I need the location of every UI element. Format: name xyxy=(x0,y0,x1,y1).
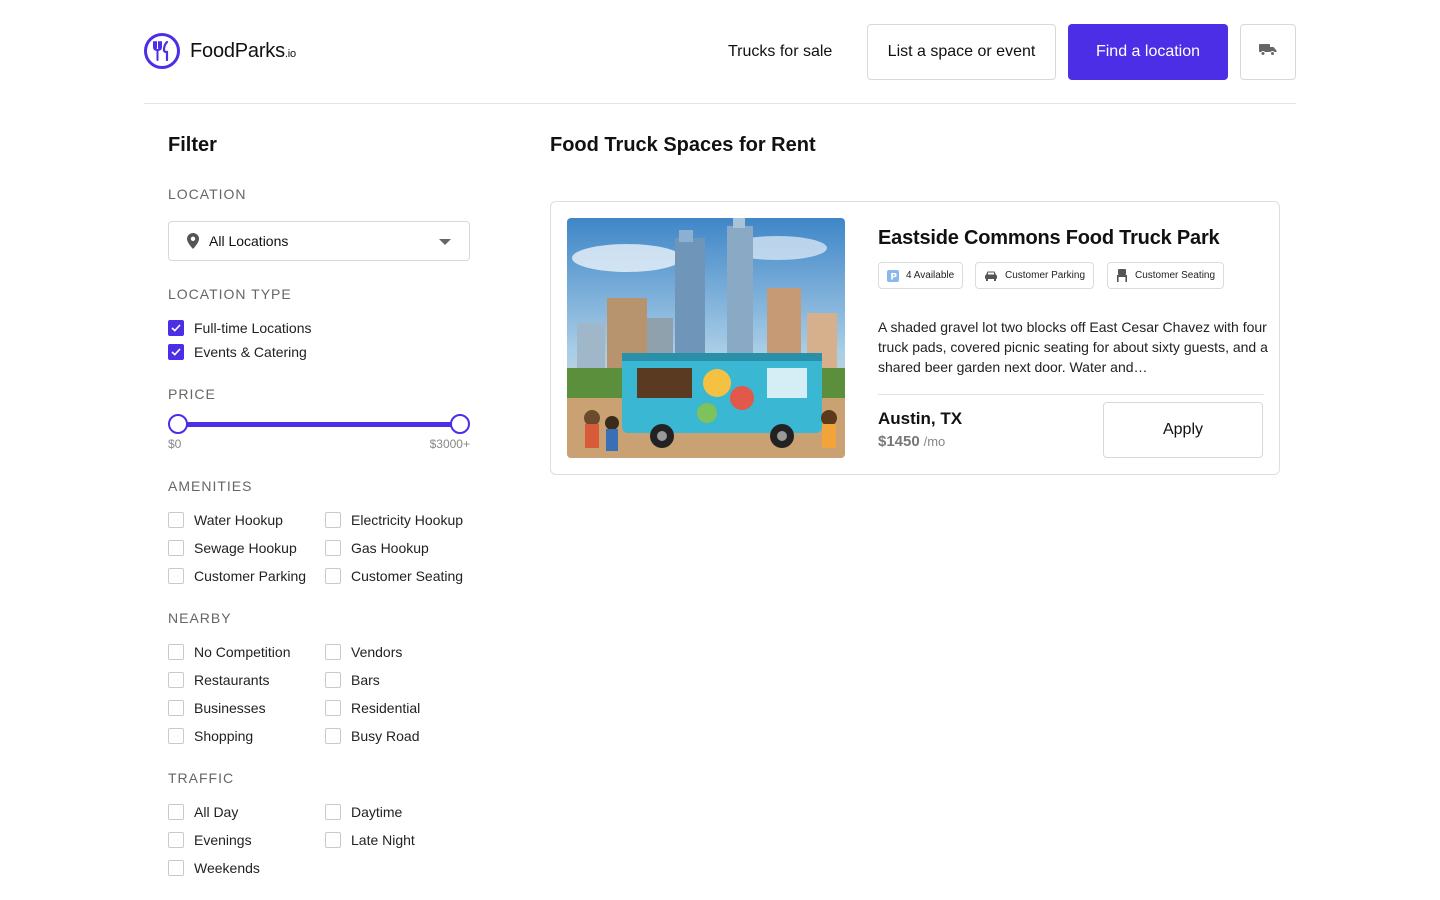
price-max-label: $3000+ xyxy=(429,437,470,451)
checkbox-icon xyxy=(168,832,184,848)
brand-name: FoodParks.io xyxy=(190,39,296,62)
location-select[interactable]: All Locations xyxy=(168,221,470,261)
list-space-button[interactable]: List a space or event xyxy=(867,24,1056,80)
checkbox-evenings[interactable]: Evenings xyxy=(168,830,252,850)
checkbox-icon xyxy=(325,540,341,556)
checkbox-checked-icon xyxy=(168,320,184,336)
checkbox-icon xyxy=(325,644,341,660)
truck-icon xyxy=(1259,43,1277,61)
price-slider-track xyxy=(178,422,460,427)
listing-card[interactable]: Eastside Commons Food Truck Park P 4 Ava… xyxy=(550,201,1280,475)
checkbox-late-night[interactable]: Late Night xyxy=(325,830,415,850)
location-type-label: LOCATION TYPE xyxy=(168,286,292,302)
checkbox-bars[interactable]: Bars xyxy=(325,670,380,690)
truck-button[interactable] xyxy=(1240,24,1296,80)
checkbox-all-day[interactable]: All Day xyxy=(168,802,238,822)
tag-customer-parking: Customer Parking xyxy=(975,262,1095,289)
checkbox-daytime[interactable]: Daytime xyxy=(325,802,402,822)
checkbox-customer-parking[interactable]: Customer Parking xyxy=(168,566,306,586)
checkbox-vendors[interactable]: Vendors xyxy=(325,642,402,662)
find-location-button[interactable]: Find a location xyxy=(1068,24,1228,80)
apply-button[interactable]: Apply xyxy=(1103,402,1263,458)
parking-sign-icon: P xyxy=(887,269,899,282)
page-title: Food Truck Spaces for Rent xyxy=(550,134,816,156)
checkbox-icon xyxy=(168,804,184,820)
chair-icon xyxy=(1116,269,1128,282)
fork-knife-icon xyxy=(144,33,180,69)
checkbox-icon xyxy=(168,540,184,556)
listing-title[interactable]: Eastside Commons Food Truck Park xyxy=(878,227,1220,250)
checkbox-icon xyxy=(325,804,341,820)
checkbox-water-hookup[interactable]: Water Hookup xyxy=(168,510,283,530)
checkbox-businesses[interactable]: Businesses xyxy=(168,698,266,718)
checkbox-weekends[interactable]: Weekends xyxy=(168,858,260,878)
checkbox-icon xyxy=(325,832,341,848)
price-min-label: $0 xyxy=(168,437,182,451)
checkbox-icon xyxy=(168,700,184,716)
filter-title: Filter xyxy=(168,134,217,156)
checkbox-shopping[interactable]: Shopping xyxy=(168,726,253,746)
checkbox-sewage-hookup[interactable]: Sewage Hookup xyxy=(168,538,297,558)
price-max-handle[interactable] xyxy=(450,414,470,434)
checkbox-gas-hookup[interactable]: Gas Hookup xyxy=(325,538,429,558)
checkbox-icon xyxy=(168,512,184,528)
car-icon xyxy=(984,270,998,281)
listing-image[interactable] xyxy=(567,218,845,458)
price-min-handle[interactable] xyxy=(168,414,188,434)
checkbox-icon xyxy=(325,512,341,528)
divider xyxy=(878,394,1264,395)
checkbox-icon xyxy=(325,568,341,584)
checkbox-electricity-hookup[interactable]: Electricity Hookup xyxy=(325,510,463,530)
checkbox-icon xyxy=(168,644,184,660)
price-label: PRICE xyxy=(168,386,216,402)
amenities-label: AMENITIES xyxy=(168,478,253,494)
chevron-down-icon xyxy=(439,239,451,245)
traffic-label: TRAFFIC xyxy=(168,770,235,786)
brand-logo[interactable]: FoodParks.io xyxy=(144,33,296,69)
checkbox-residential[interactable]: Residential xyxy=(325,698,420,718)
checkbox-icon xyxy=(168,568,184,584)
checkbox-customer-seating[interactable]: Customer Seating xyxy=(325,566,463,586)
checkbox-icon xyxy=(168,672,184,688)
svg-text:P: P xyxy=(890,272,897,282)
checkbox-icon xyxy=(325,728,341,744)
checkbox-busy-road[interactable]: Busy Road xyxy=(325,726,419,746)
nearby-label: NEARBY xyxy=(168,610,232,626)
price-range-slider[interactable] xyxy=(168,414,470,438)
checkbox-icon xyxy=(168,728,184,744)
tag-available: P 4 Available xyxy=(878,262,964,289)
checkbox-no-competition[interactable]: No Competition xyxy=(168,642,291,662)
trucks-for-sale-link[interactable]: Trucks for sale xyxy=(728,24,832,80)
listing-price: $1450 /mo xyxy=(878,433,946,450)
checkbox-restaurants[interactable]: Restaurants xyxy=(168,670,269,690)
checkbox-icon xyxy=(325,672,341,688)
location-label: LOCATION xyxy=(168,186,247,202)
checkbox-icon xyxy=(168,860,184,876)
site-header: FoodParks.io Trucks for sale List a spac… xyxy=(144,0,1296,104)
checkbox-icon xyxy=(325,700,341,716)
location-select-value: All Locations xyxy=(209,233,289,249)
map-pin-icon xyxy=(187,233,199,249)
checkbox-full-time-locations[interactable]: Full-time Locations xyxy=(168,318,312,338)
tag-customer-seating: Customer Seating xyxy=(1107,262,1225,289)
listing-city: Austin, TX xyxy=(878,409,963,428)
checkbox-checked-icon xyxy=(168,344,184,360)
listing-description: A shaded gravel lot two blocks off East … xyxy=(878,319,1268,375)
checkbox-events-catering[interactable]: Events & Catering xyxy=(168,342,307,362)
